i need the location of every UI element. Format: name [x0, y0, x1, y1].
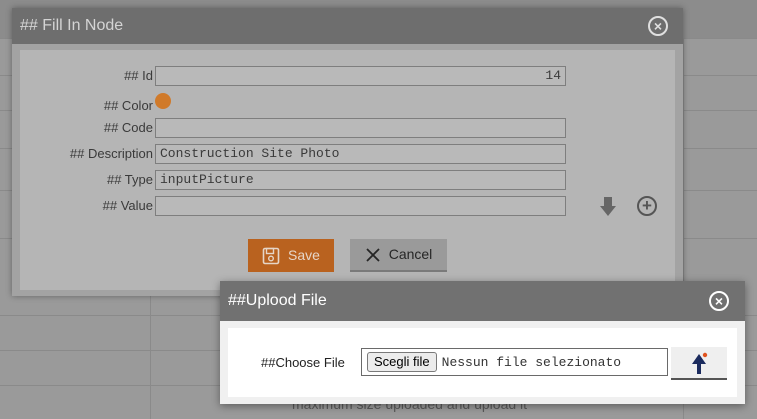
- fill-node-dialog: ## Fill In Node × ## Id 14 ## Color ## C…: [12, 8, 683, 296]
- fill-node-form: ## Id 14 ## Color ## Code ## Description…: [20, 50, 675, 290]
- upload-dialog-header: ##Uplood File: [220, 281, 745, 321]
- cancel-button[interactable]: Cancel: [350, 239, 447, 272]
- description-field[interactable]: Construction Site Photo: [155, 144, 566, 164]
- close-icon[interactable]: ×: [709, 291, 729, 311]
- save-button[interactable]: Save: [248, 239, 334, 272]
- value-label: ## Value: [102, 198, 153, 213]
- cancel-label: Cancel: [388, 246, 433, 262]
- type-label: ## Type: [106, 172, 153, 187]
- fill-node-dialog-header: ## Fill In Node: [12, 8, 683, 44]
- color-swatch[interactable]: [155, 93, 171, 109]
- plus-circle-icon[interactable]: +: [637, 196, 657, 216]
- code-label: ## Code: [103, 120, 153, 135]
- value-row: ## Value +: [20, 196, 675, 216]
- upload-button[interactable]: [671, 347, 727, 380]
- color-label: ## Color: [103, 98, 153, 113]
- x-icon: [366, 247, 380, 262]
- upload-file-dialog: ##Uplood File × ##Choose File Scegli fil…: [220, 281, 745, 404]
- upload-dialog-body: ##Choose File Scegli file Nessun file se…: [220, 321, 745, 404]
- arrow-up-icon: [692, 352, 708, 374]
- type-row: ## Type inputPicture: [20, 170, 675, 190]
- close-icon[interactable]: ×: [648, 16, 668, 36]
- arrow-down-icon[interactable]: [598, 196, 618, 218]
- description-row: ## Description Construction Site Photo: [20, 144, 675, 164]
- id-field[interactable]: 14: [155, 66, 566, 86]
- code-field[interactable]: [155, 118, 566, 138]
- id-label: ## Id: [124, 68, 153, 83]
- file-input[interactable]: Scegli file Nessun file selezionato: [361, 348, 668, 376]
- upload-dialog-title: ##Uplood File: [228, 292, 327, 309]
- choose-file-label: ##Choose File: [261, 355, 345, 370]
- floppy-icon: [262, 247, 280, 264]
- file-status-text: Nessun file selezionato: [441, 354, 622, 370]
- id-row: ## Id 14: [20, 66, 675, 86]
- type-field[interactable]: inputPicture: [155, 170, 566, 190]
- color-row: ## Color: [20, 93, 675, 113]
- save-label: Save: [288, 247, 320, 263]
- choose-file-button[interactable]: Scegli file: [367, 352, 437, 372]
- code-row: ## Code: [20, 118, 675, 138]
- fill-node-dialog-title: ## Fill In Node: [20, 17, 124, 34]
- description-label: ## Description: [69, 146, 153, 161]
- upload-form: ##Choose File Scegli file Nessun file se…: [228, 328, 737, 397]
- value-field[interactable]: [155, 196, 566, 216]
